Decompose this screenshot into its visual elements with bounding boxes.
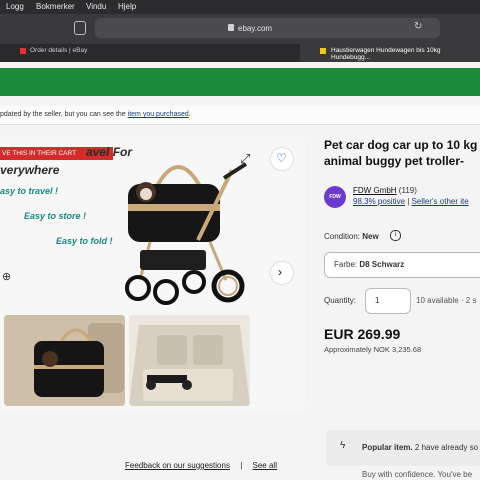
menu-vindu[interactable]: Vindu [86, 2, 106, 11]
next-image-button[interactable]: › [271, 262, 293, 284]
title-line-2: animal buggy pet troller- [324, 154, 465, 168]
ebay-favicon-icon [20, 48, 26, 54]
tab-order-details[interactable]: Order details | eBay [30, 47, 87, 54]
seller-positive-link[interactable]: 98.3% positive [353, 197, 405, 206]
listing-title: Pet car dog car up to 10 kg animal buggy… [324, 137, 480, 169]
feedback-link[interactable]: Feedback on our suggestions [125, 461, 230, 470]
menu-logg[interactable]: Logg [6, 2, 24, 11]
price: EUR 269.99 [324, 326, 401, 342]
seller-line: FDW GmbH (119) [353, 186, 417, 195]
purchase-notice: pdated by the seller, but you can see th… [0, 111, 191, 118]
see-all-link[interactable]: See all [253, 461, 277, 470]
promo-travel: asy to travel ! [0, 186, 59, 196]
promo-headline-2: verywhere [0, 163, 60, 177]
title-line-1: Pet car dog car up to 10 kg [324, 138, 478, 152]
menu-hjelp[interactable]: Hjelp [118, 2, 136, 11]
condition-row: Condition: New [324, 232, 379, 241]
buy-confidence-text: Buy with confidence. You've be [362, 470, 473, 479]
lightning-icon: ϟ [340, 440, 346, 451]
availability-text: 10 available · 2 s [416, 296, 477, 305]
zoom-icon[interactable]: ⊕ [2, 270, 11, 283]
seller-stats: 98.3% positive | Seller's other ite [353, 197, 469, 206]
heart-icon: ♡ [276, 151, 287, 165]
seller-feedback-count: (119) [398, 186, 417, 195]
notice-text: pdated by the seller, but you can see th… [0, 111, 128, 118]
popular-bold: Popular item. [362, 443, 413, 452]
thumbnail-car-trunk-image [129, 315, 250, 406]
reload-icon[interactable]: ↻ [414, 21, 422, 32]
footer-separator: | [240, 461, 243, 470]
thumbnail-car-seat[interactable] [4, 315, 125, 406]
ebay-favicon-icon [320, 48, 326, 54]
approx-price: Approximately NOK 3,235.68 [324, 345, 422, 354]
quantity-input[interactable]: 1 [365, 288, 411, 314]
chevron-right-icon: › [278, 265, 282, 279]
quantity-value: 1 [375, 296, 380, 305]
condition-value: New [362, 232, 379, 241]
menu-bokmerker[interactable]: Bokmerker [36, 2, 75, 11]
info-icon[interactable]: i [390, 230, 401, 241]
popular-rest: 2 have already so [412, 443, 479, 452]
promo-fold: Easy to fold ! [56, 236, 113, 246]
thumbnail-car-trunk[interactable] [129, 315, 250, 406]
tab-haustierwagen[interactable]: Haustierwagen Hundewagen bis 10kg Hundeb… [331, 47, 480, 61]
url-text[interactable]: ebay.com [238, 24, 272, 33]
footer-links: Feedback on our suggestions | See all [125, 461, 277, 470]
popular-text: Popular item. 2 have already so [362, 443, 478, 452]
thumbnail-car-seat-image [4, 315, 125, 406]
seller-other-items-link[interactable]: Seller's other ite [412, 197, 469, 206]
lock-icon [228, 24, 234, 31]
stroller-main-image[interactable] [120, 142, 250, 312]
expand-icon[interactable]: ⤢ [240, 151, 250, 167]
farbe-row: Farbe: D8 Schwarz [334, 260, 404, 269]
seller-name-link[interactable]: FDW GmbH [353, 186, 397, 195]
menu-bar: Logg Bokmerker Vindu Hjelp [0, 0, 480, 14]
green-banner [0, 68, 480, 96]
farbe-value: D8 Schwarz [359, 260, 405, 269]
seller-avatar[interactable]: FDW [324, 186, 346, 208]
condition-label: Condition: [324, 232, 361, 241]
item-purchased-link[interactable]: item you purchased [128, 111, 189, 118]
promo-store: Easy to store ! [24, 211, 87, 221]
watch-button[interactable]: ♡ [271, 148, 293, 170]
privacy-shield-icon[interactable] [74, 21, 86, 35]
farbe-label: Farbe: [334, 260, 358, 269]
notice-suffix: . [188, 111, 191, 118]
quantity-label: Quantity: [324, 296, 357, 305]
